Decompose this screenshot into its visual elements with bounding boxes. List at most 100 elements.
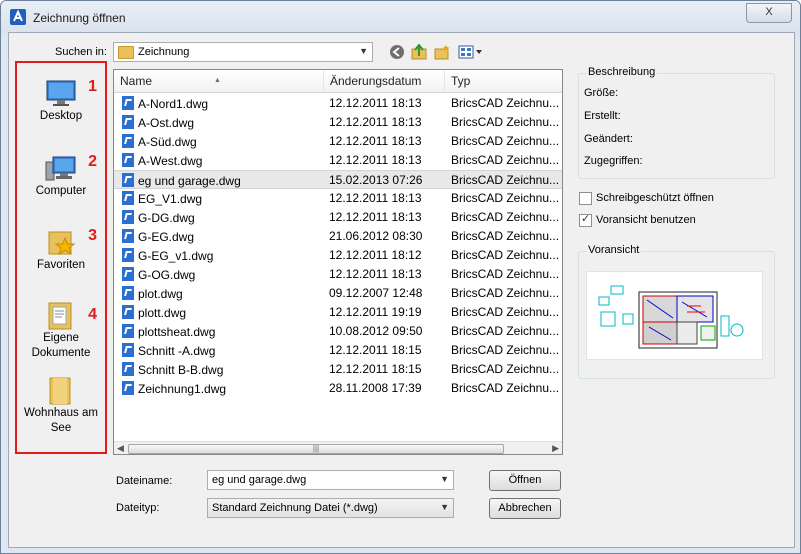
- view-menu-icon[interactable]: [458, 44, 484, 60]
- file-date: 12.12.2011 18:15: [329, 343, 422, 357]
- annotation-number: 3: [88, 227, 97, 244]
- file-type: BricsCAD Zeichnu...: [451, 324, 560, 338]
- column-header-type[interactable]: Typ: [445, 70, 562, 92]
- look-in-combo[interactable]: Zeichnung ▼: [113, 42, 373, 62]
- file-row[interactable]: A-Ost.dwg 12.12.2011 18:13 BricsCAD Zeichn…: [114, 113, 562, 132]
- dwg-file-icon: [122, 324, 134, 338]
- place-my-documents[interactable]: Eigene Dokumente 4: [17, 299, 105, 361]
- file-row[interactable]: EG_V1.dwg 12.12.2011 18:13 BricsCAD Zeichn…: [114, 189, 562, 208]
- chevron-down-icon: ▼: [440, 502, 449, 512]
- dwg-file-icon: [122, 115, 134, 129]
- filename-value: eg und garage.dwg: [212, 474, 307, 486]
- place-desktop[interactable]: Desktop 1: [17, 77, 105, 124]
- dwg-file-icon: [122, 173, 134, 187]
- annotation-number: 2: [88, 153, 97, 170]
- filename-input[interactable]: eg und garage.dwg ▼: [207, 470, 454, 490]
- file-row[interactable]: G-OG.dwg 12.12.2011 18:13 BricsCAD Zeichnu…: [114, 265, 562, 284]
- scroll-left-icon[interactable]: ◀: [117, 443, 124, 454]
- file-list[interactable]: Name ▲ Änderungsdatum Typ A-Nord1.dwg 12.…: [113, 69, 563, 455]
- file-name-cell: plottsheat.dwg: [122, 324, 215, 339]
- file-row[interactable]: G-DG.dwg 12.12.2011 18:13 BricsCAD Zeichnu…: [114, 208, 562, 227]
- dwg-file-icon: [122, 229, 134, 243]
- open-button[interactable]: Öffnen: [489, 470, 561, 491]
- file-name: Schnitt B-B.dwg: [138, 363, 224, 377]
- column-header-name[interactable]: Name ▲: [114, 70, 324, 92]
- up-folder-icon[interactable]: [411, 44, 427, 60]
- file-row[interactable]: G-EG_v1.dwg 12.12.2011 18:12 BricsCAD Zeic…: [114, 246, 562, 265]
- dwg-file-icon: [122, 362, 134, 376]
- file-row[interactable]: Schnitt -A.dwg 12.12.2011 18:15 BricsCAD Z…: [114, 341, 562, 360]
- dwg-file-icon: [122, 210, 134, 224]
- file-name-cell: G-EG_v1.dwg: [122, 248, 213, 263]
- file-date: 12.12.2011 18:15: [329, 362, 422, 376]
- dwg-file-icon: [122, 191, 134, 205]
- file-row[interactable]: Zeichnung1.dwg 28.11.2008 17:39 BricsCAD Z…: [114, 379, 562, 398]
- places-bar: Desktop 1 Computer 2 Favoriten 3 Eigene …: [15, 61, 107, 454]
- annotation-number: 4: [88, 306, 97, 323]
- preview-checkbox[interactable]: [579, 212, 592, 227]
- file-row[interactable]: G-EG.dwg 21.06.2012 08:30 BricsCAD Zeichnu…: [114, 227, 562, 246]
- file-name-cell: G-DG.dwg: [122, 210, 195, 225]
- look-in-value: Zeichnung: [138, 46, 190, 58]
- preview-title: Voransicht: [586, 244, 642, 256]
- file-name-cell: G-OG.dwg: [122, 267, 195, 282]
- file-date: 12.12.2011 18:13: [329, 267, 422, 281]
- place-wohnhaus-am-see[interactable]: Wohnhaus am See: [17, 374, 105, 436]
- file-type: BricsCAD Zeichnu...: [451, 115, 560, 129]
- place-favorites[interactable]: Favoriten 3: [17, 226, 105, 273]
- file-row[interactable]: A-Nord1.dwg 12.12.2011 18:13 BricsCAD Zeic…: [114, 94, 562, 113]
- file-name: G-DG.dwg: [138, 211, 195, 225]
- file-date: 10.08.2012 09:50: [329, 324, 423, 338]
- place-label: Computer: [35, 185, 87, 197]
- file-date: 12.12.2011 18:13: [329, 115, 422, 129]
- drawing-thumbnail: [598, 285, 744, 349]
- file-type: BricsCAD Zeichnu...: [451, 267, 560, 281]
- readonly-checkbox[interactable]: [579, 192, 592, 205]
- horizontal-scrollbar[interactable]: ◀ ||| ▶: [114, 441, 562, 454]
- scrollbar-thumb[interactable]: |||: [128, 444, 504, 454]
- file-type: BricsCAD Zeichnu...: [451, 362, 560, 376]
- file-date: 12.12.2011 18:13: [329, 210, 422, 224]
- file-name: Schnitt -A.dwg: [138, 344, 216, 358]
- file-name: A-West.dwg: [138, 154, 203, 168]
- created-label: Erstellt:: [584, 110, 621, 122]
- file-date: 12.12.2011 18:12: [329, 248, 422, 262]
- file-type: BricsCAD Zeichnu...: [451, 248, 560, 262]
- back-icon[interactable]: [389, 44, 405, 60]
- bricscad-app-icon: [10, 9, 26, 25]
- file-name: A-Süd.dwg: [138, 135, 197, 149]
- readonly-label: Schreibgeschützt öffnen: [596, 192, 714, 204]
- file-row[interactable]: plottsheat.dwg 10.08.2012 09:50 BricsCAD Z…: [114, 322, 562, 341]
- filename-label: Dateiname:: [116, 475, 173, 487]
- file-name: G-OG.dwg: [138, 268, 196, 282]
- column-header-date[interactable]: Änderungsdatum: [324, 70, 445, 92]
- file-row[interactable]: plot.dwg 09.12.2007 12:48 BricsCAD Zeichnu…: [114, 284, 562, 303]
- computer-icon: [45, 152, 77, 184]
- file-name-cell: plot.dwg: [122, 286, 183, 301]
- title-bar[interactable]: Zeichnung öffnen X: [1, 1, 800, 35]
- file-row[interactable]: eg und garage.dwg 15.02.2013 07:26 BricsCA…: [114, 170, 562, 189]
- file-date: 12.12.2011 18:13: [329, 134, 422, 148]
- dwg-file-icon: [122, 381, 134, 395]
- place-label: Eigene Dokumente: [31, 332, 91, 359]
- file-date: 12.12.2011 19:19: [329, 305, 422, 319]
- close-button[interactable]: X: [746, 3, 792, 23]
- file-type: BricsCAD Zeichnu...: [451, 96, 560, 110]
- file-name-cell: A-Süd.dwg: [122, 134, 197, 149]
- new-folder-icon[interactable]: [434, 44, 450, 60]
- file-name: A-Ost.dwg: [138, 116, 195, 130]
- file-row[interactable]: plott.dwg 12.12.2011 19:19 BricsCAD Zeichn…: [114, 303, 562, 322]
- cancel-button[interactable]: Abbrechen: [489, 498, 561, 519]
- file-row[interactable]: A-Süd.dwg 12.12.2011 18:13 BricsCAD Zeichn…: [114, 132, 562, 151]
- scroll-right-icon[interactable]: ▶: [552, 443, 559, 454]
- filetype-select[interactable]: Standard Zeichnung Datei (*.dwg) ▼: [207, 498, 454, 518]
- file-row[interactable]: Schnitt B-B.dwg 12.12.2011 18:15 BricsCAD …: [114, 360, 562, 379]
- preview-checkbox-label: Voransicht benutzen: [596, 214, 696, 226]
- file-name-cell: Schnitt -A.dwg: [122, 343, 215, 358]
- place-computer[interactable]: Computer 2: [17, 152, 105, 199]
- window-title: Zeichnung öffnen: [33, 11, 126, 25]
- place-label: Wohnhaus am See: [24, 407, 98, 434]
- file-name-cell: G-EG.dwg: [122, 229, 194, 244]
- file-row[interactable]: A-West.dwg 12.12.2011 18:13 BricsCAD Zeich…: [114, 151, 562, 170]
- column-name-label: Name: [120, 74, 153, 88]
